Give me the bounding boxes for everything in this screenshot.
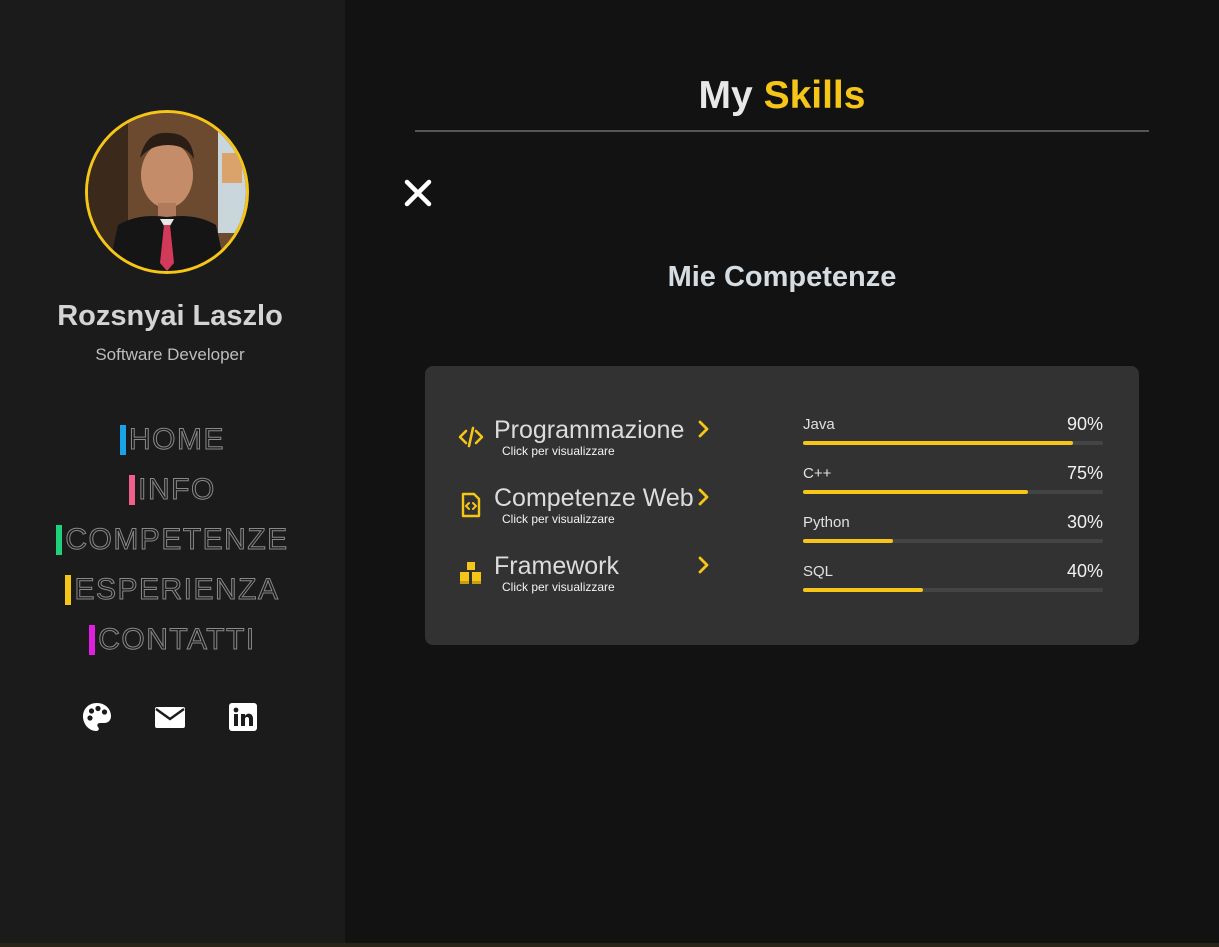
- skill-list: Java 90% C++ 75% Python 30% SQL 40%: [803, 414, 1103, 610]
- code-icon: [458, 426, 484, 448]
- category-title: Programmazione: [494, 416, 685, 444]
- nav-indicator: [89, 625, 96, 655]
- chevron-right-icon[interactable]: [697, 488, 711, 506]
- title-accent: Skills: [763, 74, 866, 117]
- skill-percent: 90%: [1066, 414, 1103, 434]
- nav-label: ESPERIENZA: [74, 573, 280, 607]
- sidebar: Rozsnyai Laszlo Software Developer HOME …: [0, 0, 345, 947]
- code-file-icon: [461, 492, 481, 518]
- avatar: [85, 110, 249, 274]
- skill-bar: [803, 490, 1103, 494]
- main-nav: HOME INFO COMPETENZE ESPERIENZA CONTATTI: [0, 415, 345, 665]
- category-title: Framework: [494, 552, 620, 580]
- skill-item: Java 90%: [803, 414, 1103, 463]
- skill-bar: [803, 539, 1103, 543]
- skill-name: SQL: [803, 563, 834, 580]
- category-framework[interactable]: Framework Click per visualizzare: [458, 552, 619, 594]
- nav-indicator: [129, 475, 136, 505]
- nav-indicator: [56, 525, 63, 555]
- cubes-icon: [460, 562, 481, 584]
- category-competenze-web[interactable]: Competenze Web Click per visualizzare: [458, 484, 694, 526]
- skill-bar-fill: [803, 441, 1073, 445]
- skill-bar-fill: [803, 588, 923, 592]
- profile-name: Rozsnyai Laszlo: [57, 300, 283, 332]
- nav-label: INFO: [138, 473, 216, 507]
- profile-photo: [88, 113, 246, 271]
- skill-bar: [803, 588, 1103, 592]
- nav-label: CONTATTI: [98, 623, 256, 657]
- close-icon: [404, 179, 432, 207]
- nav-item-info[interactable]: INFO: [0, 465, 345, 515]
- nav-indicator: [65, 575, 72, 605]
- category-hint: Click per visualizzare: [502, 444, 615, 458]
- skill-item: Python 30%: [803, 512, 1103, 561]
- skill-bar-fill: [803, 539, 893, 543]
- skill-bar: [803, 441, 1103, 445]
- social-links: [0, 700, 340, 733]
- skill-percent: 75%: [1066, 463, 1103, 483]
- nav-item-contatti[interactable]: CONTATTI: [0, 615, 345, 665]
- chevron-right-icon[interactable]: [697, 420, 711, 438]
- close-button[interactable]: [402, 177, 434, 209]
- skills-card: Programmazione Click per visualizzare Co…: [425, 366, 1139, 645]
- linkedin-icon[interactable]: [227, 700, 260, 733]
- skill-name: C++: [803, 465, 832, 482]
- nav-indicator: [120, 425, 126, 455]
- skill-percent: 30%: [1066, 512, 1103, 532]
- nav-label: COMPETENZE: [65, 523, 289, 557]
- skill-name: Java: [803, 416, 835, 433]
- section-title: Mie Competenze: [667, 261, 897, 293]
- skill-item: SQL 40%: [803, 561, 1103, 610]
- skill-name: Python: [803, 514, 850, 531]
- title-divider: [415, 130, 1149, 132]
- palette-icon[interactable]: [81, 700, 114, 733]
- skill-percent: 40%: [1066, 561, 1103, 581]
- category-hint: Click per visualizzare: [502, 580, 615, 594]
- nav-item-home[interactable]: HOME: [0, 415, 345, 465]
- page-title: My Skills: [415, 74, 1149, 118]
- category-title: Competenze Web: [494, 484, 694, 512]
- bottom-strip: [0, 943, 1219, 947]
- category-hint: Click per visualizzare: [502, 512, 615, 526]
- category-programmazione[interactable]: Programmazione Click per visualizzare: [458, 416, 684, 458]
- profile-role: Software Developer: [95, 345, 245, 364]
- nav-item-competenze[interactable]: COMPETENZE: [0, 515, 345, 565]
- envelope-icon[interactable]: [154, 700, 187, 733]
- nav-item-esperienza[interactable]: ESPERIENZA: [0, 565, 345, 615]
- nav-label: HOME: [129, 423, 225, 457]
- title-plain: My: [698, 74, 753, 117]
- skill-item: C++ 75%: [803, 463, 1103, 512]
- skill-bar-fill: [803, 490, 1028, 494]
- chevron-right-icon[interactable]: [697, 556, 711, 574]
